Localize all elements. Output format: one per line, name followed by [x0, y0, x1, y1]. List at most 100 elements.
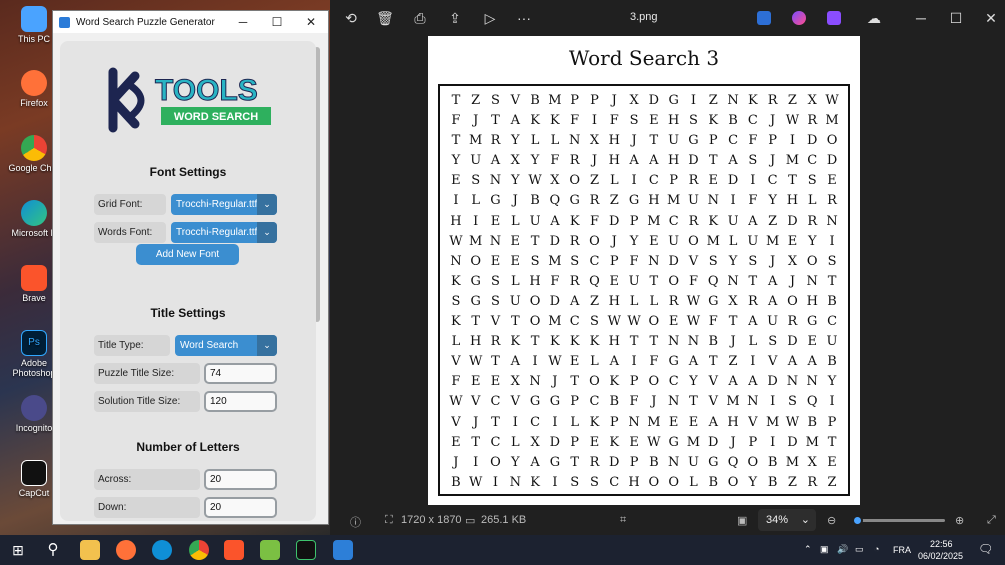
grid-letter: A	[748, 374, 758, 390]
minimize-icon[interactable]: ─	[910, 8, 932, 28]
grid-letter: V	[708, 394, 718, 410]
grid-letter: M	[647, 213, 661, 229]
grid-letter: E	[668, 414, 679, 430]
words-font-label: Words Font:	[94, 222, 166, 243]
slideshow-icon[interactable]: ▷	[479, 8, 501, 28]
maximize-icon[interactable]: ☐	[945, 8, 967, 28]
grid-letter: T	[510, 314, 520, 330]
grid-letter: N	[509, 474, 521, 490]
grid-letter: O	[826, 133, 838, 149]
grid-letter: J	[730, 334, 736, 350]
notepad-taskbar-icon[interactable]	[260, 540, 280, 560]
notifications-icon[interactable]: 🗨	[978, 542, 993, 556]
grid-letter: D	[609, 213, 620, 229]
search-icon[interactable]: ⚲	[43, 540, 63, 560]
grid-letter: U	[687, 193, 699, 209]
photos-taskbar-icon[interactable]	[333, 540, 353, 560]
camera-icon[interactable]: ▣	[820, 544, 829, 555]
language-indicator[interactable]: FRA	[893, 545, 911, 555]
zoom-out-icon[interactable]: ⊖	[827, 514, 836, 527]
grid-letter: J	[512, 193, 518, 209]
grid-row: NOEESMSCPFNDVSYSJXOS	[446, 252, 842, 272]
grid-letter: C	[807, 153, 818, 169]
brave-taskbar-icon[interactable]	[224, 540, 244, 560]
words-font-select[interactable]: Trocchi-Regular.ttf ⌄	[171, 222, 277, 243]
grid-letter: L	[649, 293, 659, 309]
title-type-select[interactable]: Word Search ⌄	[175, 335, 277, 356]
close-icon[interactable]: ✕	[294, 15, 328, 29]
grid-letter: R	[490, 334, 501, 350]
grid-letter: Z	[768, 213, 778, 229]
word-search-app-taskbar-icon[interactable]	[296, 540, 316, 560]
copilot-icon[interactable]	[792, 11, 806, 25]
grid-letter: D	[609, 454, 620, 470]
chrome-taskbar-icon[interactable]	[189, 540, 209, 560]
volume-icon[interactable]: 🔊	[837, 544, 848, 555]
across-input[interactable]: 20	[204, 469, 277, 490]
grid-letter: H	[450, 213, 462, 229]
grid-letter: N	[727, 93, 739, 108]
chevron-up-icon[interactable]: ⌃	[804, 544, 812, 555]
print-icon[interactable]: ⎙	[409, 8, 431, 28]
zoom-slider-thumb[interactable]	[852, 515, 863, 526]
clock-time[interactable]: 22:56	[930, 539, 953, 549]
windows-start-icon[interactable]: ⊞	[8, 540, 28, 560]
close-icon[interactable]: ✕	[980, 8, 1002, 28]
grid-letter: X	[550, 173, 560, 189]
settings-panel: TOOLS WORD SEARCH Font Settings Grid Fon…	[60, 41, 316, 521]
grid-letter: Y	[807, 233, 817, 249]
grid-row: TZSVBMPPJXDGIZNKRZXW	[446, 91, 842, 111]
maximize-icon[interactable]: ☐	[260, 15, 294, 29]
add-new-font-button[interactable]: Add New Font	[136, 244, 239, 265]
zoom-slider[interactable]	[855, 519, 945, 522]
file-explorer-icon[interactable]	[80, 540, 100, 560]
grid-font-select[interactable]: Trocchi-Regular.ttf ⌄	[171, 194, 277, 215]
fullscreen-icon[interactable]: ⤢	[987, 514, 996, 527]
down-input[interactable]: 20	[204, 497, 277, 518]
grid-letter: F	[748, 193, 758, 209]
grid-letter: O	[688, 233, 699, 249]
grid-letter: E	[787, 233, 798, 249]
down-label: Down:	[94, 497, 200, 518]
onedrive-icon[interactable]: ☁	[863, 8, 885, 28]
grid-letter: E	[589, 434, 600, 450]
rotate-icon[interactable]: ⟲	[340, 8, 362, 28]
firefox-taskbar-icon[interactable]	[116, 540, 136, 560]
grid-letter: R	[688, 173, 699, 189]
editor-icon[interactable]	[757, 11, 771, 25]
crop-icon[interactable]: ⌗	[620, 514, 626, 527]
fit-icon[interactable]: ▣	[737, 514, 747, 527]
grid-letter: A	[688, 354, 699, 370]
grid-letter: I	[789, 133, 796, 149]
zoom-in-icon[interactable]: ⊕	[955, 514, 964, 527]
info-icon[interactable]: ⓘ	[350, 514, 361, 530]
edge-taskbar-icon[interactable]	[152, 540, 172, 560]
battery-icon[interactable]: ▭	[855, 544, 864, 555]
share-icon[interactable]: ⇪	[444, 8, 466, 28]
zoom-dropdown[interactable]: 34% ⌄	[758, 509, 816, 531]
grid-letter: T	[708, 153, 718, 169]
grid-letter: B	[609, 394, 620, 410]
grid-letter: E	[649, 233, 659, 249]
grid-letter: T	[530, 233, 540, 249]
clipchamp-icon[interactable]	[827, 11, 841, 25]
puzzle-title-size-input[interactable]: 74	[204, 363, 277, 384]
grid-letter: C	[728, 133, 739, 149]
grid-letter: T	[451, 93, 461, 108]
minimize-icon[interactable]: ─	[226, 15, 260, 29]
grid-letter: D	[708, 434, 719, 450]
puzzle-title: Word Search 3	[568, 46, 720, 70]
grid-letter: J	[651, 394, 657, 410]
grid-row: SGSUODAZHLLRWGXRAOHB	[446, 292, 842, 312]
grid-letter: V	[510, 93, 520, 108]
more-icon[interactable]: ···	[513, 8, 535, 28]
wifi-icon[interactable]: ◔	[874, 544, 879, 554]
solution-title-size-input[interactable]: 120	[204, 391, 277, 412]
clock-date[interactable]: 06/02/2025	[918, 551, 963, 561]
grid-letter: W	[686, 314, 701, 330]
grid-letter: M	[825, 113, 839, 129]
delete-icon[interactable]: 🗑	[374, 8, 396, 28]
grid-letter: R	[807, 213, 818, 229]
image-dimensions: 1720 x 1870	[401, 514, 462, 526]
grid-letter: E	[649, 113, 659, 129]
